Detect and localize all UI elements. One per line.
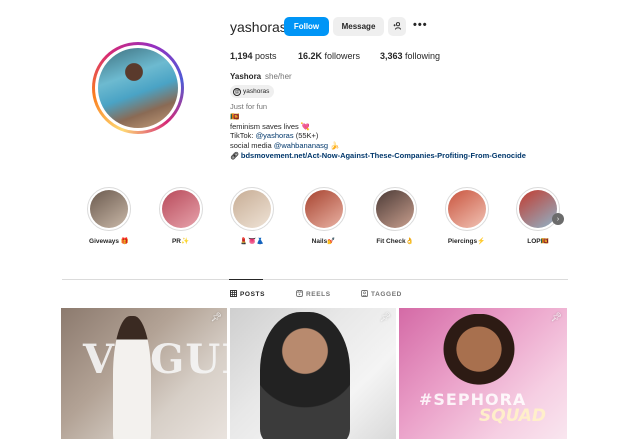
stat-following[interactable]: 3,363 following <box>380 51 440 61</box>
highlight-cover <box>158 187 203 231</box>
highlight-item[interactable]: Nails💅 <box>299 187 349 245</box>
highlight-label: PR✨ <box>171 238 190 245</box>
highlight-cover <box>87 187 131 231</box>
profile-pronouns: she/her <box>265 72 292 81</box>
bio-feminism-line: feminism saves lives 💘 <box>230 122 311 131</box>
pin-icon: 📌︎ <box>210 312 222 322</box>
follow-button[interactable]: Follow <box>284 17 329 36</box>
stat-followers[interactable]: 16.2K followers <box>298 51 360 61</box>
following-count: 3,363 <box>380 51 403 61</box>
tab-posts[interactable]: POSTS <box>230 290 265 299</box>
post-tile[interactable]: #SEPHORA SQUAD 📌︎ <box>399 308 567 439</box>
posts-label: posts <box>252 51 277 61</box>
bio-tiktok-suffix: (55K+) <box>293 131 319 140</box>
post-subject <box>439 314 519 392</box>
bio-link-text: bdsmovement.net/Act-Now-Against-These-Co… <box>240 151 526 160</box>
profile-avatar[interactable] <box>92 42 184 134</box>
bio-category: Just for fun <box>230 102 268 111</box>
highlight-label: Piercings⚡ <box>447 238 486 245</box>
highlight-cover <box>516 187 560 231</box>
following-label: following <box>402 51 441 61</box>
post-overlay-text: VOGUE <box>83 336 227 383</box>
tiktok-mention-link[interactable]: @yashoras <box>256 131 294 140</box>
highlight-item[interactable]: Giveways 🎁 <box>84 187 134 245</box>
highlight-cover <box>230 187 274 231</box>
link-icon: 🔗︎ <box>230 153 239 160</box>
pin-icon: 📌︎ <box>379 312 391 322</box>
bio-tiktok-line: TikTok: @yashoras (55K+) <box>230 131 318 140</box>
tab-tagged[interactable]: TAGGED <box>361 290 402 299</box>
bio-flag-line: 🇱🇰 <box>230 112 240 121</box>
highlight-image <box>90 190 128 228</box>
highlight-label: LOP🇱🇰 <box>527 238 549 245</box>
threads-handle: yashoras <box>243 88 270 95</box>
highlight-image <box>161 190 200 228</box>
social-mention-link[interactable]: @wahbananasg <box>274 141 328 150</box>
threads-icon: @ <box>233 87 241 96</box>
post-tile[interactable]: VOGUE 📌︎ <box>61 308 227 439</box>
avatar-inner <box>95 45 181 131</box>
post-subject <box>113 316 151 439</box>
highlight-cover <box>444 187 489 231</box>
bio-external-link[interactable]: 🔗︎ bdsmovement.net/Act-Now-Against-These-… <box>230 151 526 160</box>
bio-social-prefix: social media <box>230 141 274 150</box>
add-user-icon <box>393 21 402 32</box>
highlight-image <box>304 190 343 228</box>
post-tile[interactable]: 📌︎ <box>230 308 396 439</box>
reels-icon <box>296 290 303 299</box>
highlight-item[interactable]: Fit Check👌 <box>370 187 420 245</box>
highlight-item[interactable]: PR✨ <box>156 187 206 245</box>
tabs-divider <box>62 279 568 280</box>
highlight-label: Nails💅 <box>311 238 336 245</box>
highlight-image <box>519 190 557 228</box>
post-overlay-text-2: SQUAD <box>479 406 547 426</box>
pin-icon: 📌︎ <box>550 312 562 322</box>
followers-label: followers <box>322 51 361 61</box>
more-options-icon[interactable]: ••• <box>413 19 428 31</box>
tab-reels-label: REELS <box>306 291 331 298</box>
highlight-cover <box>373 187 417 231</box>
highlight-item[interactable]: Piercings⚡ <box>442 187 492 245</box>
posts-count: 1,194 <box>230 51 253 61</box>
highlight-label: Giveways 🎁 <box>89 238 129 245</box>
bio-social-line: social media @wahbananasg 🍌 <box>230 141 340 150</box>
chevron-right-icon[interactable]: › <box>552 213 564 225</box>
active-tab-indicator <box>229 279 263 280</box>
tab-reels[interactable]: REELS <box>296 290 331 299</box>
message-button[interactable]: Message <box>333 17 384 36</box>
tab-posts-label: POSTS <box>240 291 266 298</box>
bio-social-suffix: 🍌 <box>328 141 340 150</box>
post-subject <box>260 312 350 439</box>
grid-icon <box>230 290 237 299</box>
highlight-label: Fit Check👌 <box>376 238 414 245</box>
profile-full-name: Yashora <box>230 72 262 81</box>
tab-tagged-label: TAGGED <box>371 291 402 298</box>
suggest-user-button[interactable] <box>388 17 406 36</box>
highlight-image <box>376 190 414 228</box>
profile-username: yashoras <box>230 19 287 35</box>
tagged-icon <box>361 290 368 299</box>
bio-tiktok-prefix: TikTok: <box>230 131 256 140</box>
highlight-image <box>233 190 271 228</box>
highlight-label: 💄👅👗 <box>239 238 265 245</box>
threads-badge[interactable]: @ yashoras <box>230 85 275 98</box>
stat-posts: 1,194 posts <box>230 51 277 61</box>
highlight-image <box>447 190 486 228</box>
avatar-photo <box>98 48 178 128</box>
followers-count: 16.2K <box>298 51 323 61</box>
highlight-cover <box>301 187 346 231</box>
highlight-item[interactable]: 💄👅👗 <box>227 187 277 245</box>
